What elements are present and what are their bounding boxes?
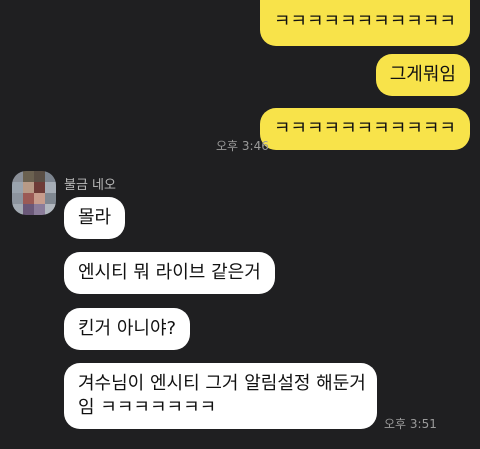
message-text-line: 임 ㅋㅋㅋㅋㅋㅋㅋ bbox=[78, 397, 217, 418]
message-text: 킨거 아니야? bbox=[78, 318, 177, 339]
message-timestamp: 오후 3:46 bbox=[216, 139, 269, 153]
message-text: 그게뭐임 bbox=[389, 64, 456, 85]
message-text-line: 겨수님이 엔시티 그거 알림설정 해둔거 bbox=[78, 373, 366, 394]
message-text: ㅋㅋㅋㅋㅋㅋㅋㅋㅋㅋㅋ bbox=[273, 11, 456, 32]
message-text: 몰라 bbox=[78, 207, 112, 228]
sent-message-bubble[interactable]: 그게뭐임 bbox=[375, 54, 470, 96]
message-timestamp: 오후 3:51 bbox=[384, 417, 437, 431]
received-message-bubble[interactable]: 엔시티 뭐 라이브 같은거 bbox=[64, 252, 275, 294]
received-message-bubble[interactable]: 겨수님이 엔시티 그거 알림설정 해둔거 임 ㅋㅋㅋㅋㅋㅋㅋ bbox=[64, 363, 377, 429]
message-text: ㅋㅋㅋㅋㅋㅋㅋㅋㅋㅋㅋ bbox=[273, 118, 456, 139]
contact-avatar-icon[interactable] bbox=[12, 171, 56, 215]
received-message-bubble[interactable]: 킨거 아니야? bbox=[64, 308, 191, 350]
sent-message-bubble[interactable]: ㅋㅋㅋㅋㅋㅋㅋㅋㅋㅋㅋ bbox=[259, 108, 470, 150]
sent-message-bubble[interactable]: ㅋㅋㅋㅋㅋㅋㅋㅋㅋㅋㅋ bbox=[259, 0, 470, 46]
received-message-bubble[interactable]: 몰라 bbox=[64, 197, 126, 239]
message-text: 엔시티 뭐 라이브 같은거 bbox=[78, 262, 261, 283]
contact-name: 불금 네오 bbox=[64, 178, 116, 193]
